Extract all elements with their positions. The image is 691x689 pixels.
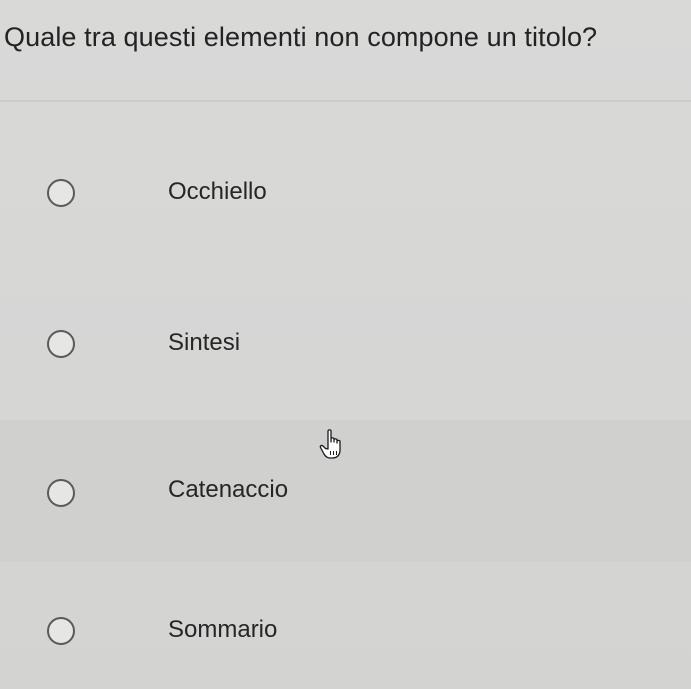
option-sintesi[interactable]: Sintesi xyxy=(0,301,691,391)
option-label: Occhiello xyxy=(168,178,267,205)
divider xyxy=(0,100,691,102)
question-text: Quale tra questi elementi non compone un… xyxy=(4,22,598,52)
radio-button-icon[interactable] xyxy=(47,179,75,207)
radio-button-icon[interactable] xyxy=(47,617,75,645)
option-label: Catenaccio xyxy=(168,476,289,503)
option-catenaccio[interactable]: Catenaccio xyxy=(0,420,691,562)
radio-button-icon[interactable] xyxy=(47,479,75,507)
radio-button-icon[interactable] xyxy=(47,330,75,358)
option-occhiello[interactable]: Occhiello xyxy=(0,150,691,240)
option-sommario[interactable]: Sommario xyxy=(0,588,691,678)
option-label: Sintesi xyxy=(168,329,241,356)
option-label: Sommario xyxy=(168,616,278,643)
